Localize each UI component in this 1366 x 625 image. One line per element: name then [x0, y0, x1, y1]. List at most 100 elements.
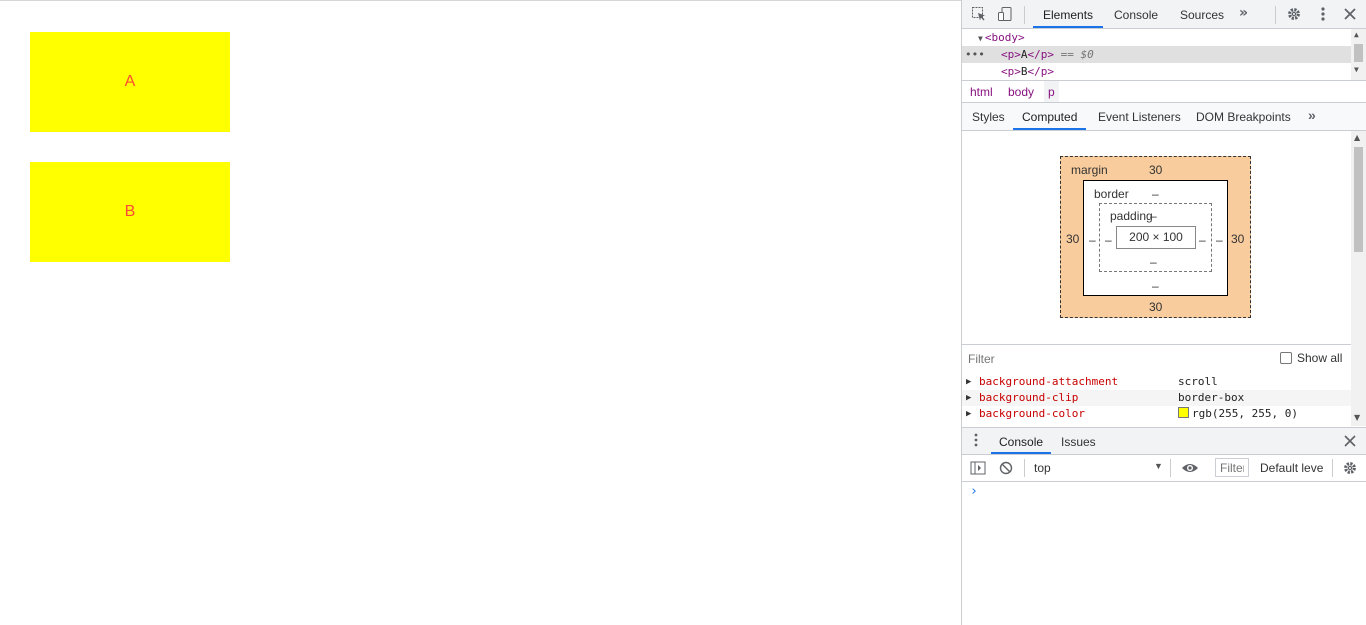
p-text: A — [1020, 48, 1028, 61]
node-actions-ellipsis-icon[interactable]: ••• — [965, 46, 985, 63]
expand-triangle-icon[interactable]: ▶ — [966, 406, 971, 422]
box-model-border[interactable]: border – – – – padding – – – – 200 × 100 — [1083, 180, 1228, 296]
p-text: B — [1020, 65, 1028, 78]
computed-property-row[interactable]: ▶ background-color rgb(255, 255, 0) — [962, 406, 1351, 422]
padding-top-value[interactable]: – — [1150, 209, 1157, 223]
padding-left-value[interactable]: – — [1105, 233, 1112, 247]
console-settings-gear-icon[interactable] — [1342, 460, 1358, 479]
property-name: background-clip — [979, 391, 1079, 404]
collapse-triangle-icon[interactable]: ▼ — [978, 34, 983, 43]
computed-scrollbar[interactable]: ▲ ▼ — [1351, 131, 1366, 426]
device-toolbar-icon[interactable] — [997, 6, 1013, 22]
padding-bottom-value[interactable]: – — [1150, 255, 1157, 269]
p-close-tag: </p> — [1027, 48, 1055, 61]
property-value: scroll — [1178, 375, 1218, 388]
property-value: border-box — [1178, 391, 1245, 404]
sidebar-subtabs: Styles Computed Event Listeners DOM Brea… — [962, 103, 1366, 131]
scroll-down-arrow-icon[interactable]: ▼ — [1354, 413, 1360, 422]
scroll-up-arrow-icon[interactable]: ▲ — [1354, 30, 1359, 39]
border-top-value[interactable]: – — [1152, 187, 1159, 201]
p-open-tag: <p> — [1001, 48, 1021, 61]
property-value: rgb(255, 255, 0) — [1178, 406, 1298, 422]
property-name: background-color — [979, 407, 1085, 420]
border-right-value[interactable]: – — [1216, 233, 1223, 247]
property-value-text: rgb(255, 255, 0) — [1192, 407, 1298, 420]
toolbar-divider — [1275, 6, 1276, 24]
elements-scrollbar[interactable]: ▲ ▼ — [1351, 29, 1366, 80]
tab-computed[interactable]: Computed — [1013, 103, 1087, 130]
p-close-tag: </p> — [1027, 65, 1055, 78]
toolbar-divider — [1332, 459, 1333, 477]
drawer-tab-console[interactable]: Console — [991, 428, 1052, 454]
toolbar-divider — [1024, 6, 1025, 24]
padding-right-value[interactable]: – — [1199, 233, 1206, 247]
close-drawer-icon[interactable] — [1343, 434, 1357, 451]
computed-property-row[interactable]: ▶ background-attachment scroll — [962, 374, 1351, 390]
p-open-tag: <p> — [1001, 65, 1021, 78]
box-model-padding[interactable]: padding – – – – 200 × 100 — [1099, 203, 1212, 272]
computed-property-row[interactable]: ▶ background-clip border-box — [962, 390, 1351, 406]
tab-console[interactable]: Console — [1114, 0, 1158, 28]
body-tag: <body> — [984, 31, 1025, 44]
expand-triangle-icon[interactable]: ▶ — [966, 374, 971, 390]
context-dropdown-arrow-icon[interactable]: ▼ — [1154, 461, 1163, 471]
tab-dom-breakpoints[interactable]: DOM Breakpoints — [1196, 103, 1291, 130]
properties-scrollbar[interactable]: ▼ — [1351, 411, 1366, 426]
computed-filter-bar: Show all — [962, 344, 1351, 372]
margin-right-value[interactable]: 30 — [1231, 232, 1244, 246]
box-model-margin[interactable]: margin 30 30 30 30 border – – – – paddin… — [1060, 156, 1251, 318]
margin-label: margin — [1071, 163, 1108, 177]
tree-node-p-a-selected[interactable]: ••• <p>A</p> == $0 — [962, 46, 1351, 63]
drawer-tab-issues[interactable]: Issues — [1061, 428, 1096, 454]
computed-filter-input[interactable] — [966, 349, 1210, 369]
scrollbar-thumb[interactable] — [1354, 44, 1363, 62]
computed-properties-list: ▶ background-attachment scroll ▶ backgro… — [962, 374, 1351, 426]
settings-gear-icon[interactable] — [1286, 6, 1302, 22]
tab-styles[interactable]: Styles — [972, 103, 1005, 130]
margin-bottom-value[interactable]: 30 — [1149, 300, 1162, 314]
more-subtabs-icon[interactable]: » — [1308, 107, 1316, 123]
console-sidebar-toggle-icon[interactable] — [970, 461, 986, 478]
scroll-down-arrow-icon[interactable]: ▼ — [1354, 65, 1359, 74]
show-all-checkbox[interactable] — [1280, 352, 1292, 364]
box-model-content-size[interactable]: 200 × 100 — [1116, 226, 1196, 249]
inspect-element-icon[interactable] — [971, 6, 987, 22]
expand-triangle-icon[interactable]: ▶ — [966, 390, 971, 406]
default-levels-dropdown[interactable]: Default leve — [1260, 461, 1323, 475]
color-swatch[interactable] — [1178, 407, 1189, 418]
toolbar-divider — [1170, 459, 1171, 477]
scroll-up-arrow-icon[interactable]: ▲ — [1354, 133, 1360, 142]
context-selector-value[interactable]: top — [1034, 461, 1051, 475]
border-bottom-value[interactable]: – — [1152, 279, 1159, 293]
breadcrumb-html[interactable]: html — [966, 81, 997, 102]
padding-label: padding — [1110, 209, 1153, 223]
paragraph-a[interactable]: A — [30, 32, 230, 132]
tree-node-body[interactable]: ▼ <body> — [978, 29, 1025, 46]
tab-sources[interactable]: Sources — [1180, 0, 1224, 28]
paragraph-b[interactable]: B — [30, 162, 230, 262]
scrollbar-thumb[interactable] — [1354, 147, 1363, 252]
live-expression-eye-icon[interactable] — [1181, 461, 1199, 478]
more-tabs-icon[interactable]: » — [1239, 5, 1255, 21]
paragraph-a-text: A — [124, 73, 136, 90]
tab-elements[interactable]: Elements — [1033, 0, 1104, 28]
toolbar-divider — [1024, 459, 1025, 477]
devtools-tabbar: Elements Console Sources » — [962, 0, 1366, 29]
page-viewport: A B — [0, 1, 961, 625]
more-options-kebab-icon[interactable] — [1315, 6, 1331, 22]
close-devtools-icon[interactable] — [1342, 6, 1358, 22]
console-toolbar: top ▼ Default leve — [962, 455, 1366, 482]
margin-left-value[interactable]: 30 — [1066, 232, 1079, 246]
breadcrumb-p[interactable]: p — [1044, 81, 1059, 102]
tree-node-p-b[interactable]: <p>B</p> — [1001, 63, 1054, 80]
console-prompt-icon[interactable]: › — [970, 484, 978, 499]
console-filter-input[interactable] — [1215, 458, 1249, 477]
margin-top-value[interactable]: 30 — [1149, 163, 1162, 177]
border-left-value[interactable]: – — [1089, 233, 1096, 247]
drawer-menu-kebab-icon[interactable] — [973, 432, 979, 451]
paragraph-b-text: B — [124, 203, 136, 220]
clear-console-icon[interactable] — [999, 461, 1013, 478]
devtools-panel: Elements Console Sources » ▼ <body> ••• <… — [961, 0, 1366, 625]
tab-event-listeners[interactable]: Event Listeners — [1098, 103, 1181, 130]
breadcrumb-body[interactable]: body — [1004, 81, 1038, 102]
